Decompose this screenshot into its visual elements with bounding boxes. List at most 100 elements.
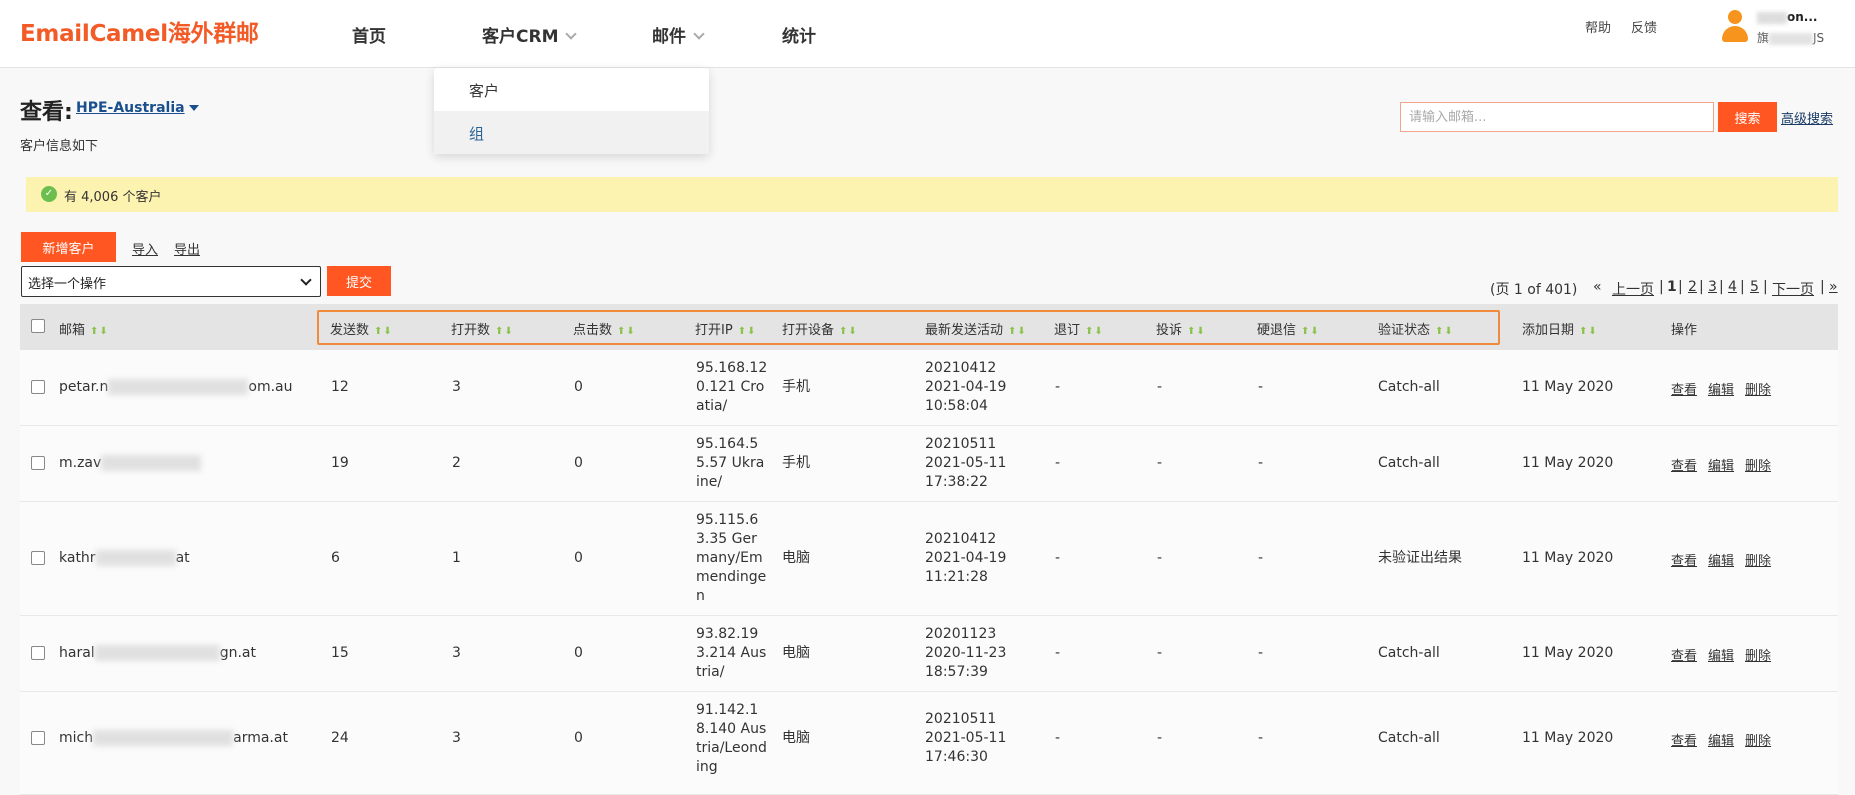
nav-home-label: 首页 <box>352 27 386 47</box>
pagination-page[interactable]: 4 <box>1728 279 1737 295</box>
row-last-time: 2020-11-23 18:57:39 <box>925 645 1007 680</box>
chevron-down-icon <box>300 274 312 286</box>
advanced-search-link[interactable]: 高级搜索 <box>1781 108 1833 127</box>
row-opens: 1 <box>452 550 461 566</box>
delete-link[interactable]: 删除 <box>1745 730 1771 749</box>
row-checkbox[interactable] <box>31 646 45 660</box>
feedback-link[interactable]: 反馈 <box>1631 17 1657 36</box>
view-link[interactable]: 查看 <box>1671 550 1697 569</box>
pagination-first[interactable]: « <box>1593 279 1602 295</box>
submit-button[interactable]: 提交 <box>327 266 391 296</box>
pagination-page[interactable]: 5 <box>1750 279 1759 295</box>
edit-link[interactable]: 编辑 <box>1708 379 1734 398</box>
row-email[interactable]: m.zav <box>59 454 202 473</box>
email-start: mich <box>59 730 94 746</box>
nav-crm[interactable]: 客户CRM <box>482 22 578 47</box>
row-bounce: - <box>1258 645 1264 661</box>
logo[interactable]: EmailCamel海外群邮 <box>20 14 259 48</box>
pagination-page[interactable]: 3 <box>1708 279 1717 295</box>
row-open-ip: 95.115.63.35 Germany/Emmendingen <box>696 512 767 604</box>
delete-link[interactable]: 删除 <box>1745 550 1771 569</box>
email-start: kathr <box>59 550 96 566</box>
pagination-sep: | <box>1719 279 1724 295</box>
header-email[interactable]: 邮箱 ⬆⬇ <box>59 319 109 338</box>
edit-link[interactable]: 编辑 <box>1708 455 1734 474</box>
row-last-time: 2021-04-19 11:21:28 <box>925 550 1007 585</box>
row-last-time: 2021-04-19 10:58:04 <box>925 379 1007 414</box>
row-email[interactable]: mich arma.at <box>59 729 288 748</box>
bulk-action-select[interactable]: 选择一个操作 <box>21 266 321 297</box>
email-end: at <box>175 550 190 566</box>
pagination-page[interactable]: 2 <box>1688 279 1697 295</box>
header-actions: 操作 <box>1671 323 1698 338</box>
pagination-last[interactable]: » <box>1829 279 1838 295</box>
chevron-down-icon <box>693 28 705 40</box>
view-link[interactable]: 查看 <box>1671 730 1697 749</box>
row-sent: 15 <box>331 645 349 661</box>
email-start: m.zav <box>59 455 102 471</box>
row-checkbox[interactable] <box>31 551 45 565</box>
row-added-date: 11 May 2020 <box>1522 455 1614 471</box>
nav-mail[interactable]: 邮件 <box>652 22 705 47</box>
row-checkbox[interactable] <box>31 380 45 394</box>
row-verify-status: Catch-all <box>1378 379 1440 395</box>
search-button[interactable]: 搜索 <box>1718 102 1777 132</box>
nav-stats[interactable]: 统计 <box>782 22 816 47</box>
row-opens: 3 <box>452 730 461 746</box>
menu-item-customers[interactable]: 客户 <box>434 68 709 111</box>
row-device: 手机 <box>782 379 810 395</box>
menu-item-groups[interactable]: 组 <box>434 111 709 154</box>
pagination-prev[interactable]: 上一页 <box>1612 279 1654 299</box>
help-link[interactable]: 帮助 <box>1585 17 1611 36</box>
view-link[interactable]: 查看 <box>1671 455 1697 474</box>
pagination-sep: | <box>1699 279 1704 295</box>
user-plan-suffix: JS <box>1813 31 1825 45</box>
check-circle-icon: ✓ <box>41 186 57 202</box>
row-email[interactable]: kathr at <box>59 549 190 568</box>
nav-home[interactable]: 首页 <box>352 22 386 47</box>
pagination-sep: | <box>1820 279 1825 295</box>
add-customer-button[interactable]: 新增客户 <box>21 232 116 262</box>
delete-link[interactable]: 删除 <box>1745 645 1771 664</box>
row-bounce: - <box>1258 455 1264 471</box>
row-unsubscribe: - <box>1055 550 1061 566</box>
export-link[interactable]: 导出 <box>174 239 200 258</box>
row-opens: 3 <box>452 379 461 395</box>
row-last-date: 20210511 <box>925 436 997 452</box>
highlight-box <box>317 310 1500 345</box>
edit-link[interactable]: 编辑 <box>1708 645 1734 664</box>
view-link[interactable]: 查看 <box>1671 379 1697 398</box>
group-selector[interactable]: HPE-Australia <box>76 100 199 116</box>
select-all-checkbox[interactable] <box>31 319 45 333</box>
row-checkbox[interactable] <box>31 456 45 470</box>
row-device: 电脑 <box>782 645 810 661</box>
row-complaint: - <box>1157 550 1163 566</box>
pagination-next[interactable]: 下一页 <box>1772 279 1814 299</box>
chevron-down-icon <box>565 28 578 40</box>
user-name-text: on... <box>1787 10 1818 24</box>
redacted-block <box>93 730 234 746</box>
pagination-info: (页 1 of 401) <box>1490 282 1578 298</box>
row-clicks: 0 <box>574 455 583 471</box>
row-checkbox[interactable] <box>31 731 45 745</box>
row-last-date: 20210412 <box>925 360 997 376</box>
edit-link[interactable]: 编辑 <box>1708 730 1734 749</box>
header-added-date[interactable]: 添加日期 ⬆⬇ <box>1522 319 1598 338</box>
email-end: om.au <box>248 379 293 395</box>
edit-link[interactable]: 编辑 <box>1708 550 1734 569</box>
row-complaint: - <box>1157 730 1163 746</box>
import-link[interactable]: 导入 <box>132 239 158 258</box>
user-avatar-icon[interactable] <box>1720 10 1750 42</box>
user-name[interactable]: on... <box>1757 10 1817 24</box>
row-sent: 6 <box>331 550 340 566</box>
row-opens: 3 <box>452 645 461 661</box>
row-email[interactable]: haral gn.at <box>59 644 256 663</box>
email-search-input[interactable] <box>1400 102 1714 132</box>
row-sent: 12 <box>331 379 349 395</box>
view-link[interactable]: 查看 <box>1671 645 1697 664</box>
header-email-label: 邮箱 <box>59 323 86 338</box>
delete-link[interactable]: 删除 <box>1745 455 1771 474</box>
delete-link[interactable]: 删除 <box>1745 379 1771 398</box>
email-start: haral <box>59 645 95 661</box>
row-email[interactable]: petar.n om.au <box>59 378 292 397</box>
